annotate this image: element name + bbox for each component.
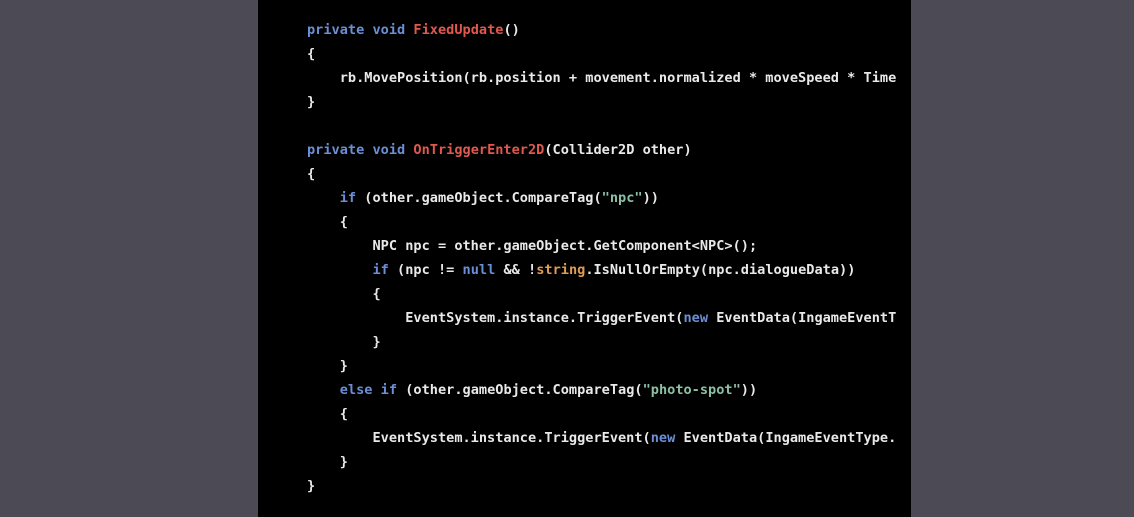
code-token: } bbox=[307, 94, 316, 110]
code-token: EventSystem.instance.TriggerEvent( bbox=[307, 310, 684, 326]
code-line: rb.MovePosition(rb.position + movement.n… bbox=[307, 66, 897, 90]
code-line: { bbox=[307, 162, 896, 186]
code-line: } bbox=[307, 450, 896, 474]
code-line: if (other.gameObject.CompareTag("npc")) bbox=[307, 186, 896, 210]
code-block: private void FixedUpdate() { rb.MovePosit… bbox=[307, 18, 896, 498]
code-token: () bbox=[503, 22, 520, 38]
code-token: } bbox=[307, 334, 381, 350]
code-token: EventSystem.instance.TriggerEvent( bbox=[307, 430, 651, 446]
code-token: rb.MovePosition(rb.position + movement.n… bbox=[307, 70, 897, 86]
code-line: } bbox=[307, 90, 896, 114]
code-token: { bbox=[307, 46, 316, 62]
code-line: } bbox=[307, 330, 896, 354]
code-token: } bbox=[307, 358, 348, 374]
code-line: NPC npc = other.gameObject.GetComponent<… bbox=[307, 234, 896, 258]
code-token: private void bbox=[307, 142, 414, 158]
code-token: (Collider2D other) bbox=[544, 142, 692, 158]
code-token: { bbox=[307, 406, 348, 422]
code-token: { bbox=[307, 286, 381, 302]
code-line: } bbox=[307, 354, 896, 378]
code-token: { bbox=[307, 166, 316, 182]
code-token: { bbox=[307, 214, 348, 230]
code-token: new bbox=[650, 430, 676, 446]
code-line: else if (other.gameObject.CompareTag("ph… bbox=[307, 378, 896, 402]
code-line: EventSystem.instance.TriggerEvent(new Ev… bbox=[307, 306, 896, 330]
code-line: { bbox=[307, 282, 896, 306]
code-line: { bbox=[307, 402, 896, 426]
code-line: EventSystem.instance.TriggerEvent(new Ev… bbox=[307, 426, 896, 450]
code-token: .IsNullOrEmpty(npc.dialogueData)) bbox=[585, 262, 856, 278]
code-token: OnTriggerEnter2D bbox=[413, 142, 545, 158]
code-token: else if bbox=[339, 382, 398, 398]
code-line: private void OnTriggerEnter2D(Collider2D… bbox=[307, 138, 896, 162]
code-line: { bbox=[307, 42, 896, 66]
code-token: )) bbox=[740, 382, 758, 398]
code-token: EventData(IngameEventType. bbox=[675, 430, 897, 446]
code-token: NPC npc = other.gameObject.GetComponent<… bbox=[307, 238, 758, 254]
code-token: (other.gameObject.CompareTag( bbox=[356, 190, 602, 206]
code-token: new bbox=[683, 310, 709, 326]
code-token: string bbox=[536, 262, 586, 278]
code-token: && ! bbox=[495, 262, 537, 278]
page-background: private void FixedUpdate() { rb.MovePosit… bbox=[0, 0, 1134, 517]
code-token: "photo-spot" bbox=[642, 382, 741, 398]
code-token: if bbox=[339, 190, 357, 206]
code-line: if (npc != null && !string.IsNullOrEmpty… bbox=[307, 258, 896, 282]
code-line: } bbox=[307, 474, 896, 498]
code-token: FixedUpdate bbox=[413, 22, 504, 38]
code-panel: private void FixedUpdate() { rb.MovePosit… bbox=[258, 0, 911, 517]
code-token: (npc != bbox=[388, 262, 463, 278]
code-token: } bbox=[307, 454, 348, 470]
code-token: (other.gameObject.CompareTag( bbox=[397, 382, 643, 398]
code-token: } bbox=[307, 478, 316, 494]
code-token: if bbox=[372, 262, 389, 278]
code-token: null bbox=[462, 262, 496, 278]
code-token: EventData(IngameEventT bbox=[708, 310, 897, 326]
code-token: private void bbox=[307, 22, 414, 38]
code-line: { bbox=[307, 210, 896, 234]
code-token: )) bbox=[642, 190, 659, 206]
code-line: private void FixedUpdate() bbox=[307, 18, 896, 42]
code-token: "npc" bbox=[601, 190, 643, 206]
